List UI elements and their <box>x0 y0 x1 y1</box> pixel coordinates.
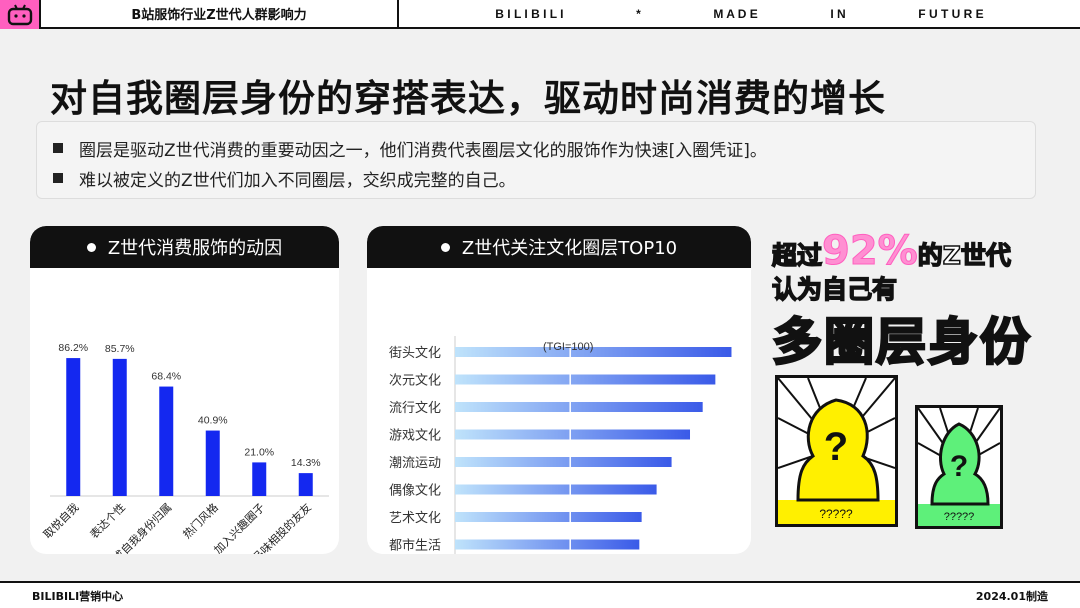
data-label: 85.7% <box>105 343 135 355</box>
report-title: B站服饰行业Z世代人群影响力 <box>41 0 399 27</box>
callout-line-2: 认为自己有 <box>771 274 898 305</box>
data-label: 68.4% <box>151 371 181 383</box>
poster-caption: ????? <box>944 511 975 523</box>
footer-date: 2024.01制造 <box>975 589 1048 603</box>
callout-line-3: 多圈层身份 <box>771 312 1032 373</box>
callout-line-1: 超过92%的Z世代 <box>771 228 1012 275</box>
card-header: Z世代消费服饰的动因 <box>30 226 339 268</box>
category-label: 游戏文化 <box>389 429 441 444</box>
slogan: B I L I B I L I * M A D E I N F U T U R … <box>399 0 1080 27</box>
mystery-poster: ? ????? <box>915 405 1003 529</box>
bullet-box: 圈层是驱动Z世代消费的重要动因之一，他们消费代表圈层文化的服饰作为快速[入圈凭证… <box>36 121 1036 199</box>
category-label: 热门风格 <box>180 500 221 541</box>
card-header: Z世代关注文化圈层TOP10 <box>367 226 751 268</box>
category-label: 取悦自我 <box>40 500 81 541</box>
category-label: 表达个性 <box>87 500 128 541</box>
bar <box>455 484 657 495</box>
data-label: 21.0% <box>244 446 274 458</box>
bar <box>455 374 716 385</box>
data-label: 40.9% <box>198 415 228 427</box>
bilibili-logo-icon <box>0 0 41 29</box>
square-bullet-icon <box>53 143 63 153</box>
top-bar: B站服饰行业Z世代人群影响力 B I L I B I L I * M A D E… <box>0 0 1080 29</box>
bar <box>252 462 267 496</box>
bar <box>205 430 220 496</box>
callout-text: 的Z世代 <box>917 240 1012 271</box>
mystery-figure-icon: ? ????? <box>777 377 896 524</box>
question-glyph: ? <box>950 450 968 483</box>
slogan-part: I N <box>830 6 846 21</box>
bullet-text: 难以被定义的Z世代们加入不同圈层，交织成完整的自己。 <box>79 170 516 191</box>
category-label: 偶像文化 <box>389 484 441 499</box>
dot-icon <box>86 242 96 252</box>
chart-title: Z世代消费服饰的动因 <box>107 238 283 259</box>
reference-label: (TGI=100) <box>543 341 593 353</box>
bar <box>455 539 640 550</box>
bar <box>455 402 703 412</box>
culture-chart-card: Z世代关注文化圈层TOP10 街头文化次元文化流行文化游戏文化潮流运动偶像文化艺… <box>367 226 751 554</box>
question-glyph: ? <box>824 425 848 469</box>
footer-org: BILIBILI营销中心 <box>32 589 124 603</box>
bullet-item: 难以被定义的Z世代们加入不同圈层，交织成完整的自己。 <box>53 163 1035 193</box>
square-bullet-icon <box>53 173 63 183</box>
category-label: 街头文化 <box>389 346 441 361</box>
motivation-bar-chart: 86.2%取悦自我85.7%表达个性68.4%形成自我身份归属40.9%热门风格… <box>40 342 329 554</box>
bar <box>66 358 81 496</box>
data-label: 86.2% <box>58 342 88 354</box>
mystery-figure-icon: ? ????? <box>917 407 1001 526</box>
dot-icon <box>440 242 450 252</box>
chart-title: Z世代关注文化圈层TOP10 <box>461 238 678 259</box>
callout-percent: 92% <box>822 228 919 275</box>
data-label: 14.3% <box>291 457 321 469</box>
bar <box>455 457 672 467</box>
slogan-part: F U T U R E <box>918 6 984 21</box>
motivation-chart-card: Z世代消费服饰的动因 86.2% 取悦自我 85.7% 表达个性 68.4% 形成自我身份… <box>30 226 339 554</box>
bar <box>112 358 127 496</box>
culture-bar-chart: 街头文化次元文化流行文化游戏文化潮流运动偶像文化艺术文化都市生活 (TGI=100… <box>389 336 732 554</box>
category-label: 艺术文化 <box>389 511 441 526</box>
slogan-part: B I L I B I L I <box>495 6 564 21</box>
mystery-poster: ? ????? <box>775 375 898 527</box>
page-title: 对自我圈层身份的穿搭表达，驱动时尚消费的增长 <box>50 77 886 120</box>
category-label: 潮流运动 <box>389 456 441 471</box>
bar <box>455 512 642 522</box>
category-label: 次元文化 <box>389 373 441 389</box>
bar <box>455 429 691 440</box>
footer: BILIBILI营销中心 2024.01制造 <box>0 581 1080 608</box>
category-label: 流行文化 <box>389 401 441 416</box>
poster-caption: ????? <box>819 507 853 521</box>
callout-text: 超过 <box>771 240 823 271</box>
bar <box>159 386 174 496</box>
bullet-text: 圈层是驱动Z世代消费的重要动因之一，他们消费代表圈层文化的服饰作为快速[入圈凭证… <box>79 140 767 161</box>
slogan-part: M A D E <box>713 6 758 21</box>
bar <box>298 473 313 496</box>
category-label: 都市生活 <box>389 538 441 554</box>
slogan-part: * <box>636 6 641 21</box>
bullet-item: 圈层是驱动Z世代消费的重要动因之一，他们消费代表圈层文化的服饰作为快速[入圈凭证… <box>53 133 1035 163</box>
